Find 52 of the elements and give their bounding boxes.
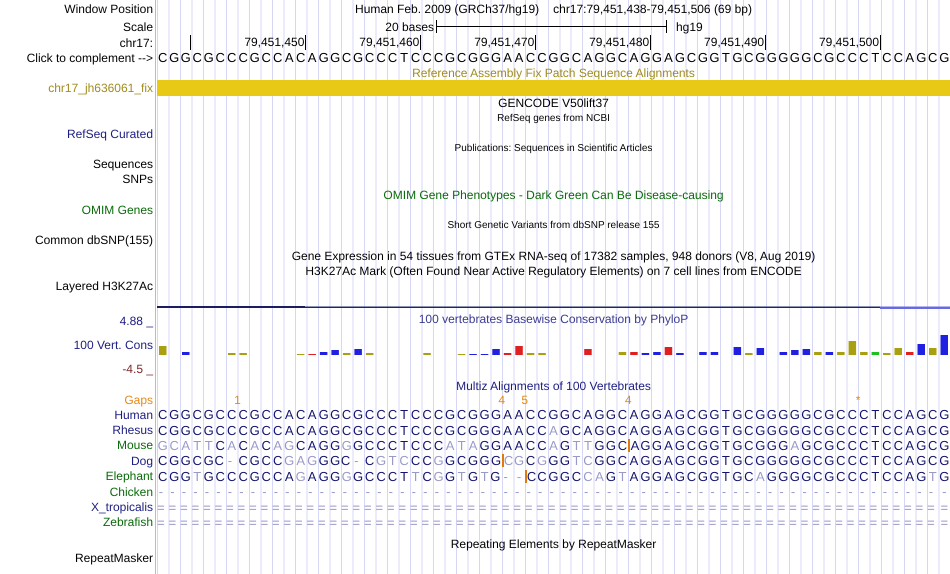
assembly-label: hg19 — [676, 18, 703, 36]
track-title: H3K27Ac Mark (Often Found Near Active Regulatory Elements) on 7 cell lines from ENCODE — [304, 262, 803, 280]
species-label: Zebrafish — [102, 516, 153, 528]
complement-link[interactable]: Click to complement --> — [26, 52, 153, 64]
track-label[interactable]: OMIM Genes — [82, 204, 153, 216]
alignment-bar[interactable] — [157, 80, 950, 96]
scale-size: 20 bases — [385, 18, 434, 36]
gap-count: 4 — [624, 393, 633, 407]
track-label[interactable]: Layered H3K27Ac — [56, 280, 153, 292]
alignment-sequence: = = = = = = = = = = = = = = = = = = = = = = = = = = = = = = = = = = = = = = = = = = = = = = = = = = = = = = = = = = = = = = = = = = = = = — [157, 516, 950, 529]
track-label[interactable]: SNPs — [122, 173, 153, 186]
ruler-tick-label: 79,451,450 — [202, 35, 306, 50]
gap-count: * — [854, 393, 862, 407]
alignment-sequence: - - - - - - - - - - - - - - - - - - - - - - - - - - - - - - - - - - - - - - - - - - - - - - - - - - - - - - - - - - - - - - - - - - - - - — [158, 485, 948, 498]
track-subtitle: Publications: Sequences in Scientific Articles — [454, 142, 654, 156]
gap-count: 4 — [497, 393, 506, 407]
position-range: chr17:79,451,438-79,451,506 (69 bp) — [553, 1, 752, 18]
track-subtitle: Short Genetic Variants from dbSNP release 155 — [446, 218, 660, 233]
track-label[interactable]: 100 Vert. Cons — [74, 339, 153, 351]
species-label: Human — [114, 408, 153, 421]
alignment-sequence: = = = = = = = = = = = = = = = = = = = = = = = = = = = = = = = = = = = = = = = = = = = = = = = = = = = = = = = = = = = = = = = = = = = = = — [157, 500, 950, 514]
ruler-tick-label: 79,451,490 — [662, 35, 766, 50]
track-title: Gene Expression in 54 tissues from GTEx RNA-seq of 17382 samples, 948 donors (V8, Aug 2019) — [290, 248, 816, 265]
row-label: Window Position — [64, 3, 153, 15]
species-label: Chicken — [110, 486, 153, 498]
gap-count: 1 — [233, 393, 242, 407]
chromosome-label: chr17: — [120, 36, 153, 48]
ruler-tick-label: 79,451,460 — [318, 35, 422, 50]
track-title: Multiz Alignments of 100 Vertebrates — [455, 380, 652, 392]
track-title: Reference Assembly Fix Patch Sequence Alignments — [411, 64, 696, 82]
row-label: Scale — [122, 20, 153, 32]
ruler-tick-label: 79,451,470 — [432, 35, 536, 50]
species-label: Mouse — [116, 439, 153, 452]
track-title: OMIM Gene Phenotypes - Dark Green Can Be Disease-causing — [382, 186, 725, 204]
gap-count: 5 — [520, 393, 530, 407]
assembly-name: Human Feb. 2009 (GRCh37/hg19) — [355, 1, 540, 18]
species-label: Dog — [130, 454, 153, 467]
species-label: X_tropicalis — [90, 501, 153, 514]
track-title: Repeating Elements by RepeatMasker — [450, 536, 658, 554]
track-title: GENCODE V50lift37 — [497, 95, 610, 112]
species-label: Elephant — [106, 470, 153, 482]
track-subtitle: RefSeq genes from NCBI — [496, 112, 611, 126]
track-label[interactable]: Common dbSNP(155) — [34, 234, 153, 246]
track-label[interactable]: Sequences — [92, 158, 153, 170]
track-label[interactable]: RepeatMasker — [74, 552, 153, 564]
track-title: 100 vertebrates Basewise Conservation by PhyloP — [418, 311, 690, 325]
ruler-tick-label: 79,451,480 — [548, 35, 652, 50]
axis-max-label: 4.88 _ — [120, 315, 153, 327]
species-label: Rhesus — [112, 424, 153, 436]
ruler-tick-label: 79,451,500 — [778, 35, 882, 50]
axis-min-label: -4.5 _ — [122, 363, 153, 375]
track-label[interactable]: RefSeq Curated — [66, 128, 153, 140]
